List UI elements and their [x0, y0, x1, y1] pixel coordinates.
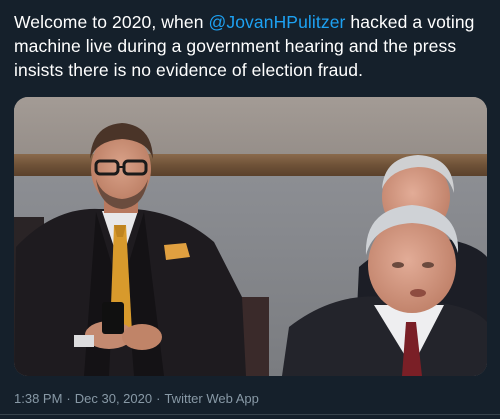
tweet-media-image[interactable] [14, 97, 487, 376]
tweet-time: 1:38 PM [14, 391, 63, 406]
meta-separator-2: · [156, 391, 161, 406]
bottom-divider [0, 414, 500, 415]
tweet-date: Dec 30, 2020 [74, 391, 153, 406]
tweet-text: Welcome to 2020, when @JovanHPulitzer ha… [14, 10, 490, 82]
tweet-card: Welcome to 2020, when @JovanHPulitzer ha… [0, 0, 500, 419]
mention-link[interactable]: @JovanHPulitzer [209, 12, 346, 32]
tweet-timestamp-link[interactable]: 1:38 PM · Dec 30, 2020 [14, 391, 152, 406]
tweet-source-link[interactable]: Twitter Web App [164, 391, 258, 406]
tweet-text-before: Welcome to 2020, when [14, 12, 209, 32]
meta-separator-1: · [66, 391, 71, 406]
tweet-meta: 1:38 PM · Dec 30, 2020 · Twitter Web App [14, 390, 259, 408]
hearing-photo [14, 97, 487, 376]
